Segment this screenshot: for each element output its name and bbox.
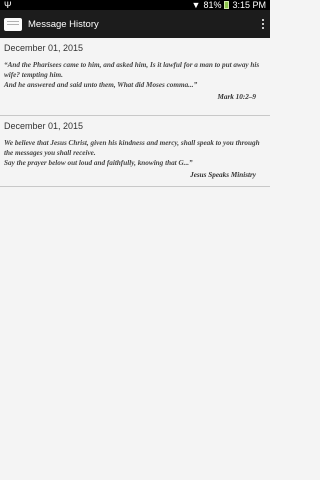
message-text: We believe that Jesus Christ, given his … <box>4 139 260 167</box>
message-list: December 01, 2015 “And the Pharisees cam… <box>0 38 270 187</box>
message-date: December 01, 2015 <box>4 43 84 53</box>
page-title: Message History <box>28 18 99 30</box>
usb-icon: Ψ <box>4 0 12 10</box>
wifi-icon: ▼ <box>191 0 201 10</box>
list-item[interactable]: December 01, 2015 “And the Pharisees cam… <box>0 38 270 116</box>
message-source: Mark 10:2–9 <box>217 93 256 101</box>
app-logo-icon[interactable] <box>4 17 22 31</box>
message-text: “And the Pharisees came to him, and aske… <box>4 61 260 89</box>
battery-icon <box>224 1 230 9</box>
battery-percent: 81% <box>203 0 222 10</box>
overflow-menu-icon[interactable] <box>262 19 264 29</box>
action-bar: Message History <box>0 10 270 38</box>
message-date: December 01, 2015 <box>4 121 84 131</box>
message-source: Jesus Speaks Ministry <box>190 171 256 179</box>
status-bar: Ψ ▼ 81% 3:15 PM <box>0 0 270 10</box>
clock: 3:15 PM <box>232 0 266 10</box>
status-indicators: ▼ 81% 3:15 PM <box>192 0 270 10</box>
list-item[interactable]: December 01, 2015 We believe that Jesus … <box>0 116 270 187</box>
